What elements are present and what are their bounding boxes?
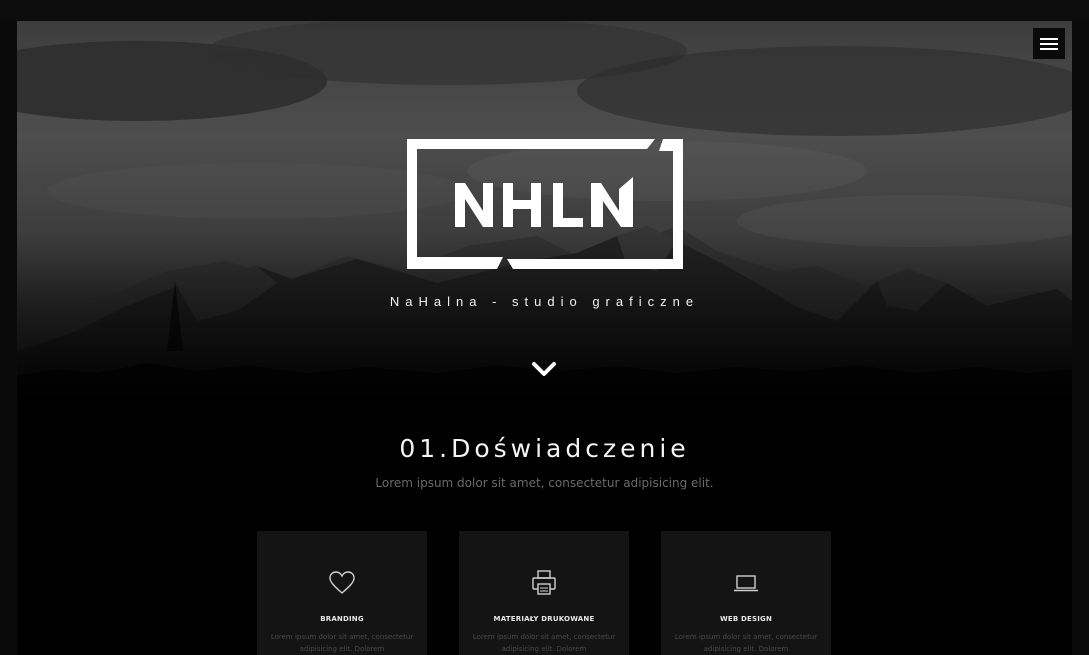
- section-subtitle: Lorem ipsum dolor sit amet, consectetur …: [375, 476, 714, 490]
- browser-frame: NaHalna - studio graficzne 01.Doświadcze…: [0, 0, 1089, 655]
- card-title: WEB DESIGN: [719, 615, 773, 623]
- menu-line: [1040, 48, 1058, 50]
- page: NaHalna - studio graficzne 01.Doświadcze…: [17, 21, 1072, 655]
- heart-icon: [329, 571, 355, 594]
- hero-section: NaHalna - studio graficzne: [17, 21, 1072, 406]
- card-text: Lorem ipsum dolor sit amet, consectetur …: [472, 633, 616, 653]
- menu-line: [1040, 43, 1058, 45]
- laptop-icon: [734, 575, 758, 592]
- nhln-logo: [407, 139, 683, 269]
- tagline: NaHalna - studio graficzne: [389, 294, 700, 309]
- card-web-design[interactable]: WEB DESIGN Lorem ipsum dolor sit amet, c…: [661, 531, 831, 655]
- card-title: MATERIAŁY DRUKOWANE: [493, 615, 595, 623]
- printer-icon: [532, 570, 556, 595]
- card-text: Lorem ipsum dolor sit amet, consectetur …: [674, 633, 818, 653]
- section-title: 01.Doświadczenie: [399, 434, 690, 463]
- card-title: BRANDING: [320, 615, 364, 623]
- chevron-down-icon[interactable]: [531, 360, 557, 378]
- menu-line: [1040, 38, 1058, 40]
- services-cards: BRANDING Lorem ipsum dolor sit amet, con…: [257, 531, 837, 655]
- hamburger-menu-icon[interactable]: [1033, 28, 1065, 59]
- top-bar: [0, 0, 1089, 21]
- card-branding[interactable]: BRANDING Lorem ipsum dolor sit amet, con…: [257, 531, 427, 655]
- card-text: Lorem ipsum dolor sit amet, consectetur …: [270, 633, 414, 653]
- card-print-materials[interactable]: MATERIAŁY DRUKOWANE Lorem ipsum dolor si…: [459, 531, 629, 655]
